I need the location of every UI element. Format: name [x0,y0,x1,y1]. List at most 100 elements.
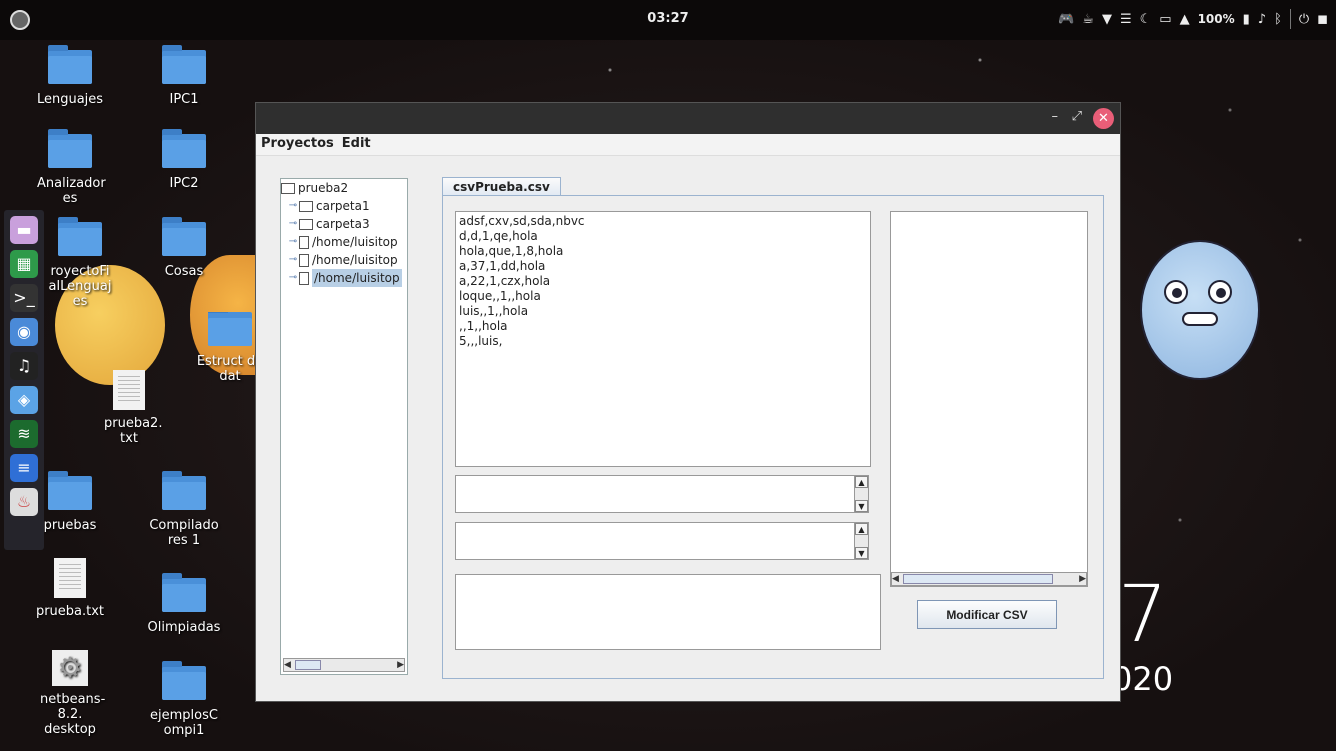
scroll-right-icon[interactable]: ▶ [397,660,404,670]
output-area[interactable] [455,574,881,650]
tree-root[interactable]: prueba2 [281,179,407,197]
tree-node-carpeta1[interactable]: ⊸ carpeta1 [281,197,407,215]
desktop-icon-cosas[interactable]: Cosas [139,217,229,279]
file-icon [299,271,309,285]
tree-node-label: carpeta3 [316,217,370,231]
spotify-icon[interactable]: ≋ [10,420,38,448]
sticker-mouth [1182,312,1218,326]
folder-icon [162,661,206,700]
input-area-2[interactable]: ▲ ▼ [455,522,869,560]
tree-expand-icon[interactable]: ⊸ [287,215,299,233]
window-titlebar[interactable]: – ⤢ ✕ [256,103,1120,134]
screen-icon[interactable]: ◼ [1317,12,1328,27]
vertical-scrollbar[interactable]: ▲ ▼ [854,523,868,559]
folder-icon [162,471,206,510]
folder-icon [162,217,206,256]
notification-icon[interactable]: ▲ [1180,12,1190,27]
project-tree[interactable]: prueba2 ⊸ carpeta1 ⊸ carpeta3 ⊸ /home/lu… [280,178,408,675]
desktop-icon-ipc1[interactable]: IPC1 [139,45,229,107]
input-area-1[interactable]: ▲ ▼ [455,475,869,513]
menu-edit[interactable]: Edit [342,136,371,153]
scroll-up-icon[interactable]: ▲ [855,476,868,488]
minimize-icon[interactable]: – [1052,109,1059,124]
wifi-icon[interactable]: ▼ [1102,12,1112,27]
battery-icon[interactable]: ▮ [1243,12,1250,27]
menu-icon[interactable]: ☰ [1120,12,1132,27]
folder-icon [281,182,295,194]
spreadsheet-icon[interactable]: ▦ [10,250,38,278]
top-panel: 03:27 🎮 ☕ ▼ ☰ ☾ ▭ ▲ 100% ▮ ♪ ᛒ ⏻ ◼ [0,0,1336,40]
folder-icon [208,312,252,346]
scroll-right-icon[interactable]: ▶ [1079,574,1086,584]
volume-icon[interactable]: ♪ [1258,12,1266,27]
scroll-left-icon[interactable]: ◀ [892,574,899,584]
java-icon[interactable]: ♨ [10,488,38,516]
tree-node-label: prueba2 [298,181,349,195]
system-tray: 🎮 ☕ ▼ ☰ ☾ ▭ ▲ 100% ▮ ♪ ᛒ ⏻ ◼ [1058,9,1328,29]
desktop-icon-compiladores1[interactable]: Compilado res 1 [139,471,229,548]
tree-node-file-2[interactable]: ⊸ /home/luisitop [281,251,407,269]
night-mode-icon[interactable]: ☾ [1140,12,1152,27]
tree-node-file-3[interactable]: ⊸ /home/luisitop [281,269,407,287]
browser-icon[interactable]: ◉ [10,318,38,346]
folder-icon [58,217,102,256]
desktop-icon-ipc2[interactable]: IPC2 [139,129,229,191]
desktop-icon-ejemplos-compi1[interactable]: ejemplosC ompi1 [139,661,229,738]
desktop-icon-label: prueba2. txt [104,416,163,446]
desktop-icon-proyecto-final[interactable]: royectoFi alLenguaj es [35,217,125,309]
desktop-icon-label: IPC2 [169,176,199,191]
scroll-down-icon[interactable]: ▼ [855,547,868,559]
text-editor-icon[interactable]: ≡ [10,454,38,482]
folder-icon [299,218,313,230]
tree-horizontal-scrollbar[interactable]: ◀ ▶ [283,658,405,672]
desktop-icon-lenguajes[interactable]: Lenguajes [25,45,115,107]
maximize-icon[interactable]: ⤢ [1072,109,1082,124]
discord-icon[interactable]: 🎮 [1058,12,1074,27]
folder-icon [162,129,206,168]
menu-bar: Proyectos Edit [256,134,1120,156]
coffee-icon[interactable]: ☕ [1082,12,1094,27]
tree-expand-icon[interactable]: ⊸ [287,233,299,251]
close-icon[interactable]: ✕ [1093,108,1114,129]
vertical-scrollbar[interactable]: ▲ ▼ [854,476,868,512]
desktop-icon-analizadores[interactable]: Analizador es [25,129,115,206]
desktop-icon-label: Analizador es [37,176,106,206]
terminal-icon[interactable]: >_ [10,284,38,312]
tree-expand-icon[interactable]: ⊸ [287,197,299,215]
scroll-left-icon[interactable]: ◀ [284,660,291,670]
folder-icon [48,45,92,84]
files-icon[interactable]: ▬ [10,216,38,244]
power-icon[interactable]: ⏻ [1299,12,1309,27]
desktop-icon-olimpiadas[interactable]: Olimpiadas [139,573,229,635]
desktop-icon-label: prueba.txt [35,604,105,619]
tree-node-file-1[interactable]: ⊸ /home/luisitop [281,233,407,251]
desktop-icon-label: Compilado res 1 [149,518,219,548]
tab-csvprueba[interactable]: csvPrueba.csv [442,177,561,197]
tree-expand-icon[interactable]: ⊸ [287,251,299,269]
battery-label[interactable]: 100% [1198,12,1235,26]
calendar-icon[interactable]: ▭ [1159,12,1171,27]
file-icon [299,235,309,249]
desktop-icon-label: Lenguajes [36,92,104,107]
scroll-thumb[interactable] [294,660,321,670]
menu-proyectos[interactable]: Proyectos [261,136,334,153]
text-file-icon [113,370,145,410]
sticker-blue-character [1140,240,1260,380]
modify-csv-button[interactable]: Modificar CSV [917,600,1057,629]
csv-content-textarea[interactable]: adsf,cxv,sd,sda,nbvc d,d,1,qe,hola hola,… [455,211,871,467]
scroll-down-icon[interactable]: ▼ [855,500,868,512]
desktop-icon-prueba-txt[interactable]: prueba.txt [25,558,115,619]
scroll-up-icon[interactable]: ▲ [855,523,868,535]
desktop-icon-netbeans[interactable]: ⚙ netbeans- 8.2. desktop [25,650,115,737]
virtualbox-icon[interactable]: ◈ [10,386,38,414]
scroll-thumb[interactable] [902,574,1053,584]
right-side-panel[interactable]: ◀ ▶ [890,211,1088,587]
desktop-icon-label: Olimpiadas [147,620,221,635]
music-icon[interactable]: ♫ [10,352,38,380]
tree-expand-icon[interactable]: ⊸ [287,269,299,287]
right-panel-horizontal-scrollbar[interactable]: ◀ ▶ [891,572,1087,586]
tree-node-carpeta3[interactable]: ⊸ carpeta3 [281,215,407,233]
bluetooth-icon[interactable]: ᛒ [1274,12,1282,27]
folder-icon [162,573,206,612]
desktop-icon-prueba2-txt[interactable]: prueba2. txt [84,370,174,446]
